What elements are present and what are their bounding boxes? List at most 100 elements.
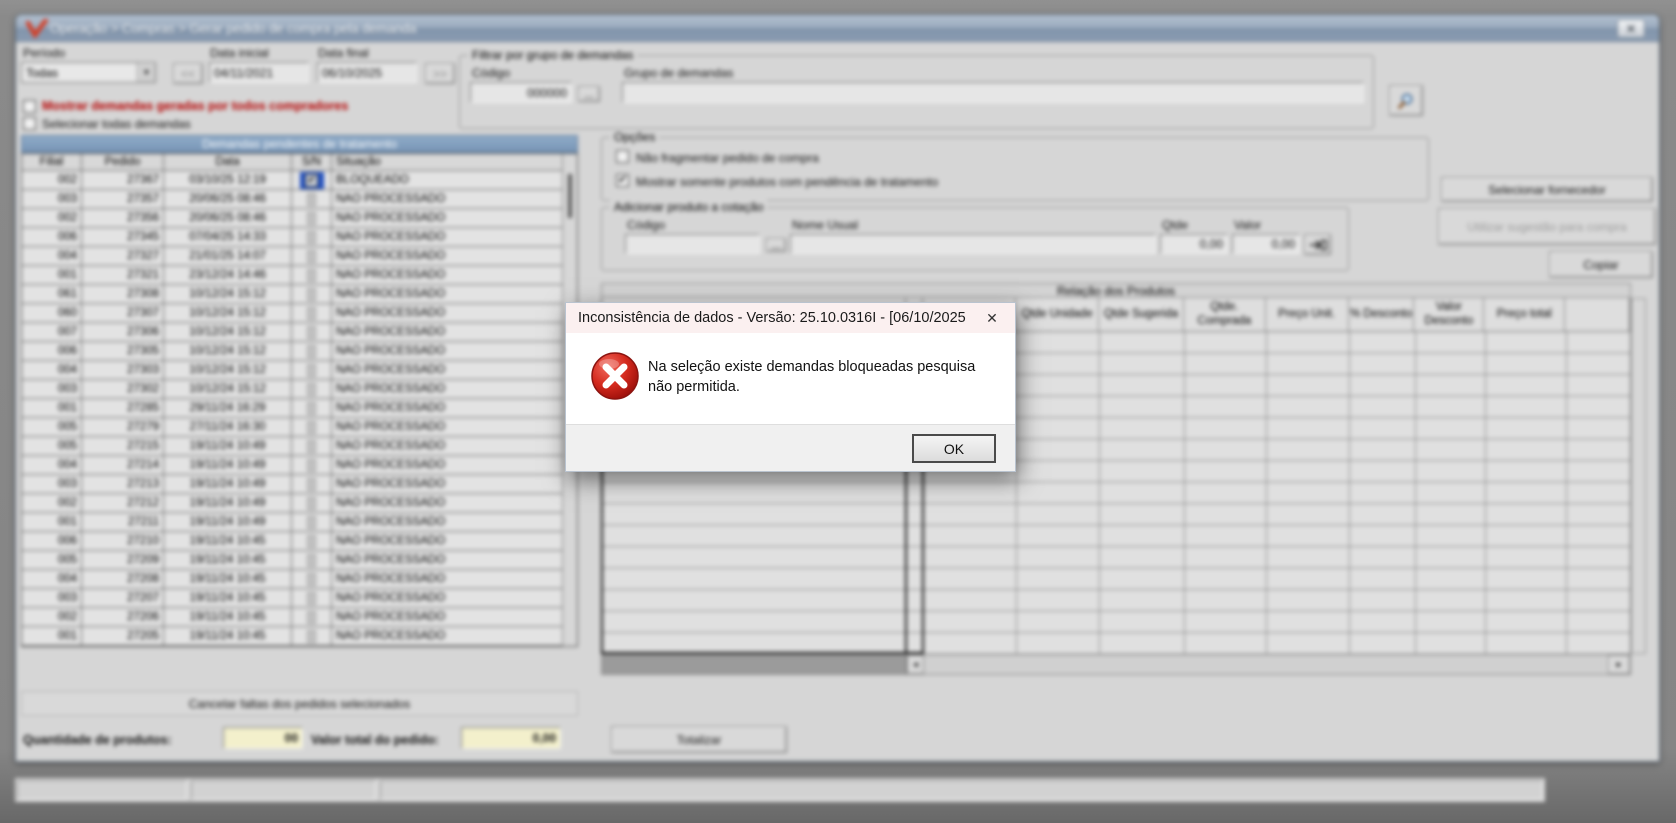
table-row[interactable]: 0032721319/11/24 10:49NAO PROCESSADO [22, 475, 564, 494]
data-final-field[interactable] [317, 62, 417, 83]
cancelar-faltas-button[interactable]: Cancelar faltas dos pedidos selecionados [21, 691, 578, 716]
table-row[interactable]: 0012721119/11/24 10:49NAO PROCESSADO [22, 513, 564, 532]
sn-checkbox[interactable] [307, 516, 316, 529]
produtos-column-header[interactable]: Qtde Unidade [1016, 298, 1099, 331]
sn-checkbox[interactable] [307, 573, 316, 586]
selecionar-todas-checkbox[interactable] [23, 117, 36, 130]
scrollbar-thumb[interactable] [568, 174, 572, 218]
table-row[interactable]: 0012732123/12/24 14:46NAO PROCESSADO [22, 266, 564, 285]
demandas-column-header[interactable]: Data [164, 154, 292, 171]
sn-checkbox[interactable] [307, 611, 316, 624]
table-row[interactable]: 0052721519/11/24 10:49NAO PROCESSADO [22, 437, 564, 456]
produtos-column-header[interactable]: Valor Desconto [1414, 298, 1484, 331]
grupo-demandas-field[interactable] [622, 82, 1364, 103]
totalizar-button[interactable]: Totalizar [611, 726, 787, 753]
sn-checkbox[interactable] [307, 326, 316, 339]
selecionar-fornecedor-button[interactable]: Selecionar fornecedor [1441, 177, 1653, 202]
mostrar-compradores-checkbox[interactable] [23, 100, 36, 113]
codigo-grupo-browse-button[interactable]: ... [578, 86, 600, 102]
table-row[interactable]: 0032735720/06/25 08:46NAO PROCESSADO [22, 190, 564, 209]
demandas-column-header[interactable]: Pedido [82, 154, 164, 171]
produtos-vertical-scrollbar[interactable] [1631, 298, 1646, 654]
table-row[interactable]: 0032730210/12/24 15:12NAO PROCESSADO [22, 380, 564, 399]
table-row[interactable]: 0022735620/06/25 08:46NAO PROCESSADO [22, 209, 564, 228]
window-close-button[interactable]: ✕ [1617, 19, 1645, 38]
table-row[interactable]: 0022720619/11/24 10:45NAO PROCESSADO [22, 608, 564, 627]
table-cell: 27213 [82, 475, 164, 494]
produto-codigo-field[interactable] [625, 234, 760, 254]
sn-checkbox[interactable] [307, 307, 316, 320]
sn-checkbox[interactable] [307, 364, 316, 377]
produtos-column-header[interactable]: % Desconto [1349, 298, 1415, 331]
demandas-column-header[interactable]: Filial [22, 154, 82, 171]
table-row[interactable]: 0042720819/11/24 10:45NAO PROCESSADO [22, 570, 564, 589]
sn-checkbox[interactable] [307, 592, 316, 605]
sn-cell [292, 551, 332, 570]
table-row[interactable]: 0012720519/11/24 10:45NAO PROCESSADO [22, 627, 564, 646]
table-row[interactable]: 0012728529/11/24 16:29NAO PROCESSADO [22, 399, 564, 418]
table-row[interactable]: 0022736703/10/25 12:19✔BLOQUEADO [22, 171, 564, 190]
quantidade-produtos-field[interactable] [223, 727, 303, 749]
produtos-column-header[interactable]: Qtde Sugerida [1099, 298, 1184, 331]
add-produto-button[interactable] [1304, 234, 1331, 255]
valor-field[interactable] [1232, 234, 1300, 254]
produtos-column-header[interactable]: Preço total [1484, 298, 1565, 331]
table-row[interactable]: 0062721019/11/24 10:45NAO PROCESSADO [22, 532, 564, 551]
sn-checkbox[interactable] [307, 231, 316, 244]
table-row[interactable]: 0602730710/12/24 15:12NAO PROCESSADO [22, 304, 564, 323]
valor-total-field[interactable] [461, 727, 561, 749]
sn-checkbox[interactable] [307, 554, 316, 567]
dialog-close-button[interactable]: ✕ [979, 308, 1005, 328]
sn-checkbox[interactable] [307, 630, 316, 643]
sn-checkbox[interactable] [307, 497, 316, 510]
sn-checkbox[interactable] [307, 345, 316, 358]
sn-checkbox[interactable] [307, 440, 316, 453]
table-row[interactable]: 0612730810/12/24 15:12NAO PROCESSADO [22, 285, 564, 304]
table-row[interactable]: 0022721219/11/24 10:49NAO PROCESSADO [22, 494, 564, 513]
sn-checkbox[interactable] [307, 402, 316, 415]
nao-fragmentar-checkbox[interactable] [616, 150, 629, 163]
sn-checkbox[interactable] [307, 421, 316, 434]
sn-checkbox[interactable] [307, 478, 316, 491]
ok-button[interactable]: OK [912, 434, 996, 463]
table-row[interactable]: 0052727927/11/24 16:30NAO PROCESSADO [22, 418, 564, 437]
arrow-left-icon[interactable]: ◄ [907, 655, 924, 674]
sn-checkbox-checked[interactable]: ✔ [305, 174, 318, 187]
table-row[interactable]: 0052720919/11/24 10:45NAO PROCESSADO [22, 551, 564, 570]
table-row[interactable]: 0032720719/11/24 10:45NAO PROCESSADO [22, 589, 564, 608]
sn-checkbox[interactable] [307, 459, 316, 472]
table-row[interactable]: 0062730510/12/24 15:12NAO PROCESSADO [22, 342, 564, 361]
codigo-grupo-field[interactable] [470, 82, 572, 103]
arrow-right-icon[interactable]: ► [1608, 655, 1630, 674]
table-row[interactable]: 0042730310/12/24 15:12NAO PROCESSADO [22, 361, 564, 380]
table-row[interactable]: 0062734507/04/25 14:33NAO PROCESSADO [22, 228, 564, 247]
utilizar-sugestao-button[interactable]: Utilizar sugestão para compra [1438, 208, 1656, 245]
sn-checkbox[interactable] [307, 212, 316, 225]
table-row[interactable]: 0072730610/12/24 15:12NAO PROCESSADO [22, 323, 564, 342]
produto-browse-button[interactable]: ... [766, 238, 786, 252]
sn-checkbox[interactable] [307, 250, 316, 263]
previous-period-button[interactable]: << [173, 63, 203, 84]
table-row[interactable]: 0042721419/11/24 10:49NAO PROCESSADO [22, 456, 564, 475]
produtos-horizontal-scrollbar[interactable]: ◄ ► [601, 654, 1631, 675]
search-button[interactable] [1389, 85, 1423, 116]
scrollbar-track[interactable] [924, 655, 1608, 674]
sn-checkbox[interactable] [307, 535, 316, 548]
next-period-button[interactable]: >> [425, 63, 455, 84]
qtde-field[interactable] [1160, 234, 1228, 254]
produtos-column-header[interactable]: Preço Unit. [1266, 298, 1349, 331]
copiar-button[interactable]: Copiar [1549, 251, 1653, 278]
mostrar-somente-checkbox[interactable]: ✔ [616, 174, 629, 187]
nome-usual-field[interactable] [790, 234, 1156, 254]
sn-checkbox[interactable] [307, 383, 316, 396]
sn-checkbox[interactable] [307, 288, 316, 301]
produtos-column-header[interactable]: Qtde. Comprada [1184, 298, 1266, 331]
chevron-down-icon[interactable]: ▼ [137, 63, 155, 82]
sn-checkbox[interactable] [307, 193, 316, 206]
periodo-select[interactable]: Todas ▼ [21, 62, 156, 83]
demandas-column-header[interactable]: Situação [332, 154, 564, 171]
sn-checkbox[interactable] [307, 269, 316, 282]
table-row[interactable]: 0042732721/01/25 14:07NAO PROCESSADO [22, 247, 564, 266]
data-inicial-field[interactable] [209, 62, 309, 83]
demandas-column-header[interactable]: S/N [292, 154, 332, 171]
